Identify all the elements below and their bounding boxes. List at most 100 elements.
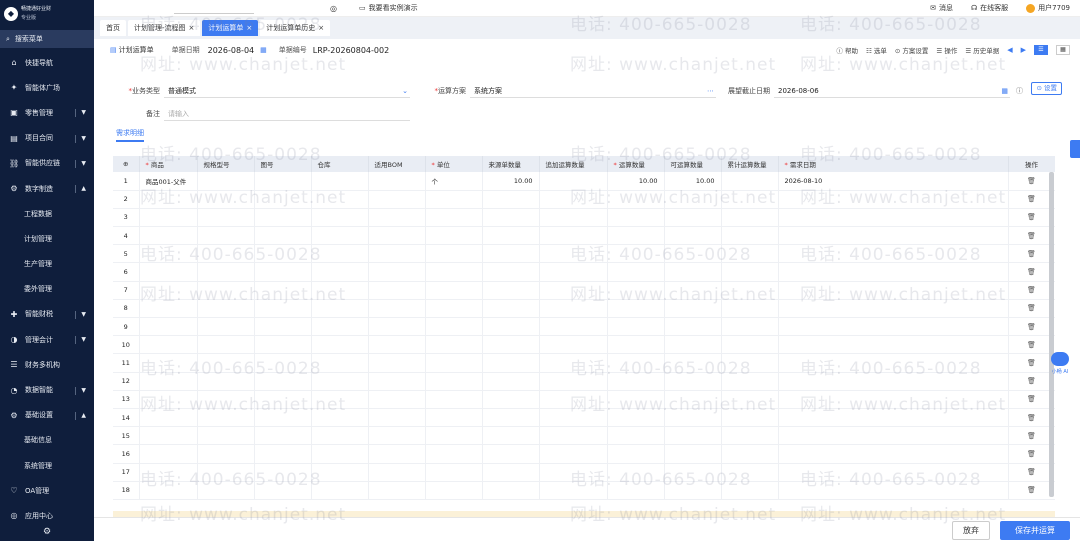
table-cell-drawing[interactable] [254,408,312,428]
table-row[interactable]: 12 🗑︎ [113,372,1055,391]
table-cell-avail_qty[interactable] [664,190,722,209]
table-cell-product[interactable] [139,335,198,355]
table-cell-unit[interactable] [425,299,483,319]
table-cell-src_qty[interactable] [482,353,540,373]
table-cell-add_qty[interactable] [539,281,608,300]
table-cell-cum_qty[interactable] [721,281,779,300]
table-cell-date[interactable] [778,262,1009,282]
table-cell-avail_qty[interactable] [664,390,722,409]
tab-0[interactable]: 首页 [100,20,126,36]
table-cell-src_qty[interactable]: 10.00 [482,172,540,191]
sidebar-subitem[interactable]: 生产管理 [0,252,94,277]
table-cell-product[interactable] [139,481,198,500]
table-cell-cum_qty[interactable] [721,335,779,355]
brand-logo[interactable]: ◆ 畅捷通好业财 专业版 [0,0,94,28]
messages-button[interactable]: ✉ 消息 [930,3,953,13]
tab-demand-detail[interactable]: 需求明细 [116,128,144,142]
table-cell-calc_qty[interactable] [607,208,665,228]
cancel-button[interactable]: 放弃 [952,521,990,540]
table-cell-avail_qty[interactable] [664,408,722,428]
table-cell-drawing[interactable] [254,208,312,228]
list-view-icon[interactable]: ☰ [1034,45,1048,55]
scheme-select[interactable]: 系统方案 ⋯ [470,84,716,98]
table-row[interactable]: 15 🗑︎ [113,426,1055,446]
table-cell-product[interactable]: 商品001-父件 [139,172,198,191]
table-cell-add_qty[interactable] [539,463,608,482]
date-field[interactable]: 2026-08-04 [208,46,255,55]
table-cell-src_qty[interactable] [482,299,540,319]
table-cell-add_qty[interactable] [539,390,608,409]
table-cell-product[interactable] [139,226,198,246]
table-cell-warehouse[interactable] [311,463,369,482]
table-cell-avail_qty[interactable] [664,317,722,337]
table-scrollbar[interactable] [1049,172,1054,497]
table-cell-avail_qty[interactable] [664,226,722,246]
table-cell-calc_qty[interactable] [607,408,665,428]
table-cell-warehouse[interactable] [311,317,369,337]
table-cell-avail_qty[interactable] [664,463,722,482]
table-cell-date[interactable] [778,481,1009,500]
table-cell-drawing[interactable] [254,353,312,373]
table-cell-date[interactable] [778,426,1009,446]
sidebar-item[interactable]: ⚙ 基础设置 ▲ [0,403,94,428]
table-cell-date[interactable] [778,335,1009,355]
table-cell-bom[interactable] [368,335,426,355]
table-cell-cum_qty[interactable] [721,172,779,191]
table-cell-spec[interactable] [197,317,255,337]
table-cell-unit[interactable] [425,426,483,446]
table-cell-spec[interactable] [197,481,255,500]
table-cell-bom[interactable] [368,317,426,337]
table-cell-add_qty[interactable] [539,208,608,228]
table-cell-calc_qty[interactable] [607,317,665,337]
sidebar-settings-button[interactable]: ⚙ [0,523,94,541]
table-cell-bom[interactable] [368,244,426,264]
delete-icon[interactable]: 🗑︎ [1027,450,1036,458]
table-cell-unit[interactable] [425,226,483,246]
table-cell-product[interactable] [139,444,198,464]
table-cell-bom[interactable] [368,390,426,409]
table-cell-unit[interactable] [425,408,483,428]
table-row[interactable]: 9 🗑︎ [113,317,1055,337]
prev-record-icon[interactable]: ◀ [1007,46,1012,54]
delete-icon[interactable]: 🗑︎ [1027,213,1036,221]
table-cell-cum_qty[interactable] [721,244,779,264]
table-cell-warehouse[interactable] [311,299,369,319]
table-row[interactable]: 3 🗑︎ [113,208,1055,228]
table-cell-src_qty[interactable] [482,444,540,464]
table-cell-avail_qty[interactable] [664,372,722,391]
table-cell-unit[interactable] [425,317,483,337]
table-cell-warehouse[interactable] [311,335,369,355]
table-cell-calc_qty[interactable] [607,463,665,482]
table-cell-bom[interactable] [368,262,426,282]
table-cell-src_qty[interactable] [482,481,540,500]
table-cell-warehouse[interactable] [311,408,369,428]
table-cell-drawing[interactable] [254,299,312,319]
table-cell-date[interactable] [778,226,1009,246]
table-cell-cum_qty[interactable] [721,372,779,391]
table-cell-cum_qty[interactable] [721,299,779,319]
table-cell-calc_qty[interactable]: 10.00 [607,172,665,191]
table-cell-bom[interactable] [368,444,426,464]
table-cell-src_qty[interactable] [482,226,540,246]
table-cell-date[interactable] [778,281,1009,300]
table-cell-spec[interactable] [197,353,255,373]
search-menu-button[interactable]: ⌕ 搜索菜单 [0,30,94,48]
table-cell-product[interactable] [139,408,198,428]
sidebar-item[interactable]: ♡ OA管理 [0,478,94,503]
table-cell-date[interactable] [778,299,1009,319]
table-cell-warehouse[interactable] [311,372,369,391]
table-cell-src_qty[interactable] [482,426,540,446]
table-row[interactable]: 10 🗑︎ [113,335,1055,355]
table-row[interactable]: 5 🗑︎ [113,244,1055,264]
sidebar-item[interactable]: ⚙ 数字制造 ▲ [0,176,94,201]
deadline-field[interactable]: 2026-08-06 ▦ [774,84,1010,98]
table-cell-avail_qty[interactable] [664,262,722,282]
table-cell-product[interactable] [139,390,198,409]
sidebar-item[interactable]: ✦ 智能体广场 [0,75,94,100]
table-cell-src_qty[interactable] [482,408,540,428]
table-cell-cum_qty[interactable] [721,353,779,373]
table-cell-avail_qty[interactable] [664,335,722,355]
table-cell-calc_qty[interactable] [607,481,665,500]
table-cell-bom[interactable] [368,372,426,391]
table-cell-add_qty[interactable] [539,299,608,319]
